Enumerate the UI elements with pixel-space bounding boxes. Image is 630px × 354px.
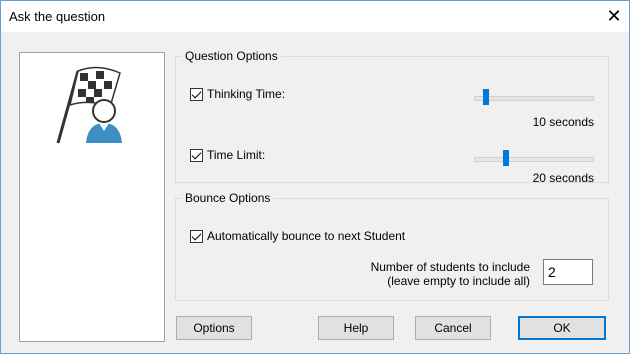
students-include-label: Number of students to include (leave emp… (371, 260, 530, 288)
thinking-time-slider[interactable] (474, 89, 594, 105)
window-title: Ask the question (9, 9, 106, 24)
students-include-label-line2: (leave empty to include all) (387, 274, 530, 288)
time-limit-checkbox[interactable] (190, 148, 203, 162)
question-options-legend: Question Options (185, 49, 278, 63)
thinking-time-checkbox[interactable] (190, 87, 203, 101)
thinking-time-slider-thumb[interactable] (483, 89, 489, 105)
auto-bounce-label: Automatically bounce to next Student (207, 229, 406, 243)
options-button[interactable]: Options (176, 316, 252, 340)
question-options-group: Question Options Thinking Time: 10 secon… (175, 49, 609, 185)
auto-bounce-checkbox-row[interactable]: Automatically bounce to next Student (190, 229, 405, 243)
bounce-options-group: Bounce Options Automatically bounce to n… (175, 191, 609, 301)
auto-bounce-checkbox[interactable] (190, 229, 203, 243)
illustration-panel (19, 52, 165, 342)
ok-button[interactable]: OK (518, 316, 606, 340)
bounce-options-legend: Bounce Options (185, 191, 271, 205)
dialog-window: Ask the question ✕ Question Options Thin… (0, 0, 630, 354)
time-limit-label: Time Limit: (207, 148, 266, 162)
thinking-time-checkbox-row[interactable]: Thinking Time: (190, 87, 285, 101)
thinking-time-value: 10 seconds (532, 115, 594, 129)
checkered-flag-student-icon (56, 66, 122, 144)
title-bar: Ask the question ✕ (1, 1, 629, 32)
close-icon[interactable]: ✕ (599, 1, 629, 32)
time-limit-value: 20 seconds (532, 171, 594, 185)
students-include-label-line1: Number of students to include (370, 260, 530, 274)
students-count-input[interactable] (543, 259, 593, 285)
time-limit-checkbox-row[interactable]: Time Limit: (190, 148, 265, 162)
cancel-button[interactable]: Cancel (415, 316, 491, 340)
thinking-time-label: Thinking Time: (207, 87, 286, 101)
time-limit-slider-thumb[interactable] (503, 150, 510, 166)
thinking-time-slider-track (474, 96, 594, 101)
help-button[interactable]: Help (318, 316, 394, 340)
time-limit-slider-track (474, 157, 594, 162)
time-limit-slider[interactable] (474, 150, 594, 166)
